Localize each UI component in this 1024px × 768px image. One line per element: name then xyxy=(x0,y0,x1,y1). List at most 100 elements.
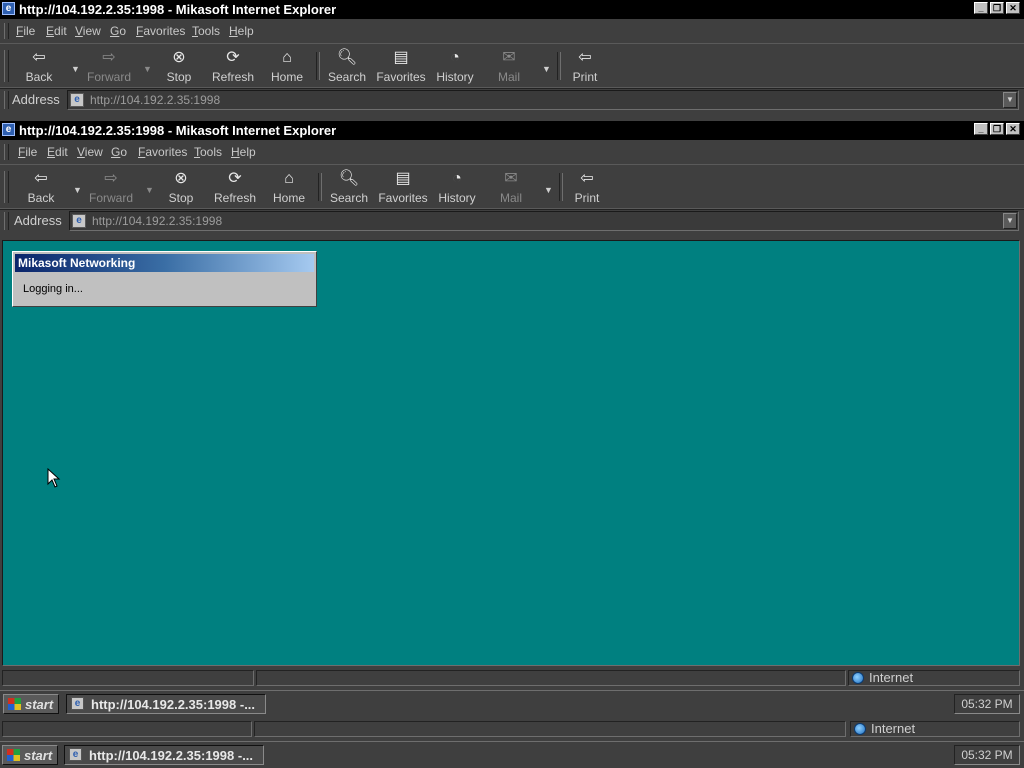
menu-edit[interactable]: Edit xyxy=(47,145,68,159)
favorites-button[interactable]: ▤ Favorites xyxy=(375,169,431,207)
mail-dropdown-icon[interactable]: ▼ xyxy=(544,185,553,195)
menu-help[interactable]: Help xyxy=(231,145,256,159)
search-button[interactable]: 🔍︎ Search xyxy=(321,169,377,207)
status-bar-front: Internet xyxy=(0,668,1024,688)
back-dropdown-icon[interactable]: ▼ xyxy=(71,64,80,74)
forward-button[interactable]: ⇨ Forward xyxy=(81,48,137,86)
menu-edit[interactable]: Edit xyxy=(46,24,67,38)
window-title: http://104.192.2.35:1998 - Mikasoft Inte… xyxy=(19,123,337,138)
home-button[interactable]: ⌂ Home xyxy=(259,48,315,86)
status-pane-main xyxy=(2,670,254,686)
back-button[interactable]: ⇦ Back xyxy=(11,48,67,86)
mail-icon: ✉ xyxy=(502,49,516,66)
restore-icon[interactable]: ❐ xyxy=(990,123,1004,135)
favorites-button[interactable]: ▤ Favorites xyxy=(373,48,429,86)
history-button[interactable]: ◔ History xyxy=(429,169,485,207)
address-input[interactable]: e http://104.192.2.35:1998 ▼ xyxy=(67,90,1019,110)
status-pane-progress xyxy=(256,670,846,686)
address-label: Address xyxy=(12,92,60,107)
page-icon: e xyxy=(70,93,84,107)
home-icon: ⌂ xyxy=(282,49,292,66)
taskbar-item-ie[interactable]: e http://104.192.2.35:1998 -... xyxy=(66,694,266,714)
status-zone: Internet xyxy=(850,721,1020,737)
search-icon: 🔍︎ xyxy=(338,170,360,187)
minimize-icon[interactable]: _ xyxy=(974,2,988,14)
menu-go[interactable]: Go xyxy=(111,145,127,159)
toolbar-grip[interactable] xyxy=(4,171,9,203)
home-icon: ⌂ xyxy=(284,170,294,187)
ie-page-icon: e xyxy=(71,697,84,710)
home-button[interactable]: ⌂ Home xyxy=(261,169,317,207)
print-button[interactable]: ⇦ Print xyxy=(557,48,613,86)
mail-button[interactable]: ✉ Mail xyxy=(481,48,537,86)
taskbar-front: start e http://104.192.2.35:1998 -... 05:… xyxy=(0,690,1024,717)
back-arrow-icon: ⇦ xyxy=(32,49,46,66)
restore-icon[interactable]: ❐ xyxy=(990,2,1004,14)
title-bar-back[interactable]: e http://104.192.2.35:1998 - Mikasoft In… xyxy=(0,0,1024,19)
menu-help[interactable]: Help xyxy=(229,24,254,38)
address-url[interactable]: http://104.192.2.35:1998 xyxy=(92,214,222,228)
stop-button[interactable]: ⊗ Stop xyxy=(151,48,207,86)
dialog-title[interactable]: Mikasoft Networking xyxy=(15,254,314,272)
address-label: Address xyxy=(14,213,62,228)
forward-dropdown-icon[interactable]: ▼ xyxy=(143,64,152,74)
menu-file[interactable]: File xyxy=(18,145,37,159)
history-icon: ◔ xyxy=(452,170,462,187)
back-button[interactable]: ⇦ Back xyxy=(13,169,69,207)
refresh-button[interactable]: ⟳ Refresh xyxy=(205,48,261,86)
menu-go[interactable]: Go xyxy=(110,24,126,38)
address-url[interactable]: http://104.192.2.35:1998 xyxy=(90,93,220,107)
mail-button[interactable]: ✉ Mail xyxy=(483,169,539,207)
mail-dropdown-icon[interactable]: ▼ xyxy=(542,64,551,74)
close-icon[interactable]: ✕ xyxy=(1006,2,1020,14)
menu-view[interactable]: View xyxy=(77,145,103,159)
menu-favorites[interactable]: Favorites xyxy=(136,24,185,38)
history-button[interactable]: ◔ History xyxy=(427,48,483,86)
start-button[interactable]: start xyxy=(3,694,59,714)
menu-view[interactable]: View xyxy=(75,24,101,38)
dialog-message: Logging in... xyxy=(23,283,83,295)
menu-grip[interactable] xyxy=(4,23,9,39)
menu-tools[interactable]: Tools xyxy=(194,145,222,159)
status-pane-main xyxy=(2,721,252,737)
status-zone: Internet xyxy=(848,670,1020,686)
windows-flag-icon xyxy=(8,698,21,710)
address-grip[interactable] xyxy=(4,212,9,230)
address-input[interactable]: e http://104.192.2.35:1998 ▼ xyxy=(69,211,1019,231)
forward-button[interactable]: ⇨ Forward xyxy=(83,169,139,207)
menu-favorites[interactable]: Favorites xyxy=(138,145,187,159)
forward-arrow-icon: ⇨ xyxy=(102,49,116,66)
address-dropdown-icon[interactable]: ▼ xyxy=(1003,92,1017,108)
ie-page-icon: e xyxy=(2,2,15,15)
search-icon: 🔍︎ xyxy=(336,49,358,66)
forward-arrow-icon: ⇨ xyxy=(104,170,118,187)
search-button[interactable]: 🔍︎ Search xyxy=(319,48,375,86)
minimize-icon[interactable]: _ xyxy=(974,123,988,135)
print-button[interactable]: ⇦ Print xyxy=(559,169,615,207)
ie-page-icon: e xyxy=(2,123,15,136)
system-tray-clock[interactable]: 05:32 PM xyxy=(954,745,1020,765)
internet-globe-icon xyxy=(852,672,864,684)
toolbar-grip[interactable] xyxy=(4,50,9,82)
forward-dropdown-icon[interactable]: ▼ xyxy=(145,185,154,195)
menu-file[interactable]: File xyxy=(16,24,35,38)
start-button[interactable]: start xyxy=(2,745,58,765)
address-grip[interactable] xyxy=(4,91,9,109)
address-dropdown-icon[interactable]: ▼ xyxy=(1003,213,1017,229)
system-tray-clock[interactable]: 05:32 PM xyxy=(954,694,1020,714)
page-icon: e xyxy=(72,214,86,228)
stop-icon: ⊗ xyxy=(174,170,188,187)
stop-button[interactable]: ⊗ Stop xyxy=(153,169,209,207)
menu-tools[interactable]: Tools xyxy=(192,24,220,38)
menu-grip[interactable] xyxy=(4,144,9,160)
back-dropdown-icon[interactable]: ▼ xyxy=(73,185,82,195)
refresh-button[interactable]: ⟳ Refresh xyxy=(207,169,263,207)
title-bar-front[interactable]: e http://104.192.2.35:1998 - Mikasoft In… xyxy=(0,121,1024,140)
ie-page-icon: e xyxy=(69,748,82,761)
status-bar-back: Internet xyxy=(0,719,1024,739)
window-title: http://104.192.2.35:1998 - Mikasoft Inte… xyxy=(19,2,337,17)
windows-flag-icon xyxy=(7,749,20,761)
taskbar-item-ie[interactable]: e http://104.192.2.35:1998 -... xyxy=(64,745,264,765)
toolbar-front: ⇦ Back ▼ ⇨ Forward ▼ ⊗ Stop ⟳ Refresh ⌂ Home … xyxy=(0,164,1024,210)
close-icon[interactable]: ✕ xyxy=(1006,123,1020,135)
